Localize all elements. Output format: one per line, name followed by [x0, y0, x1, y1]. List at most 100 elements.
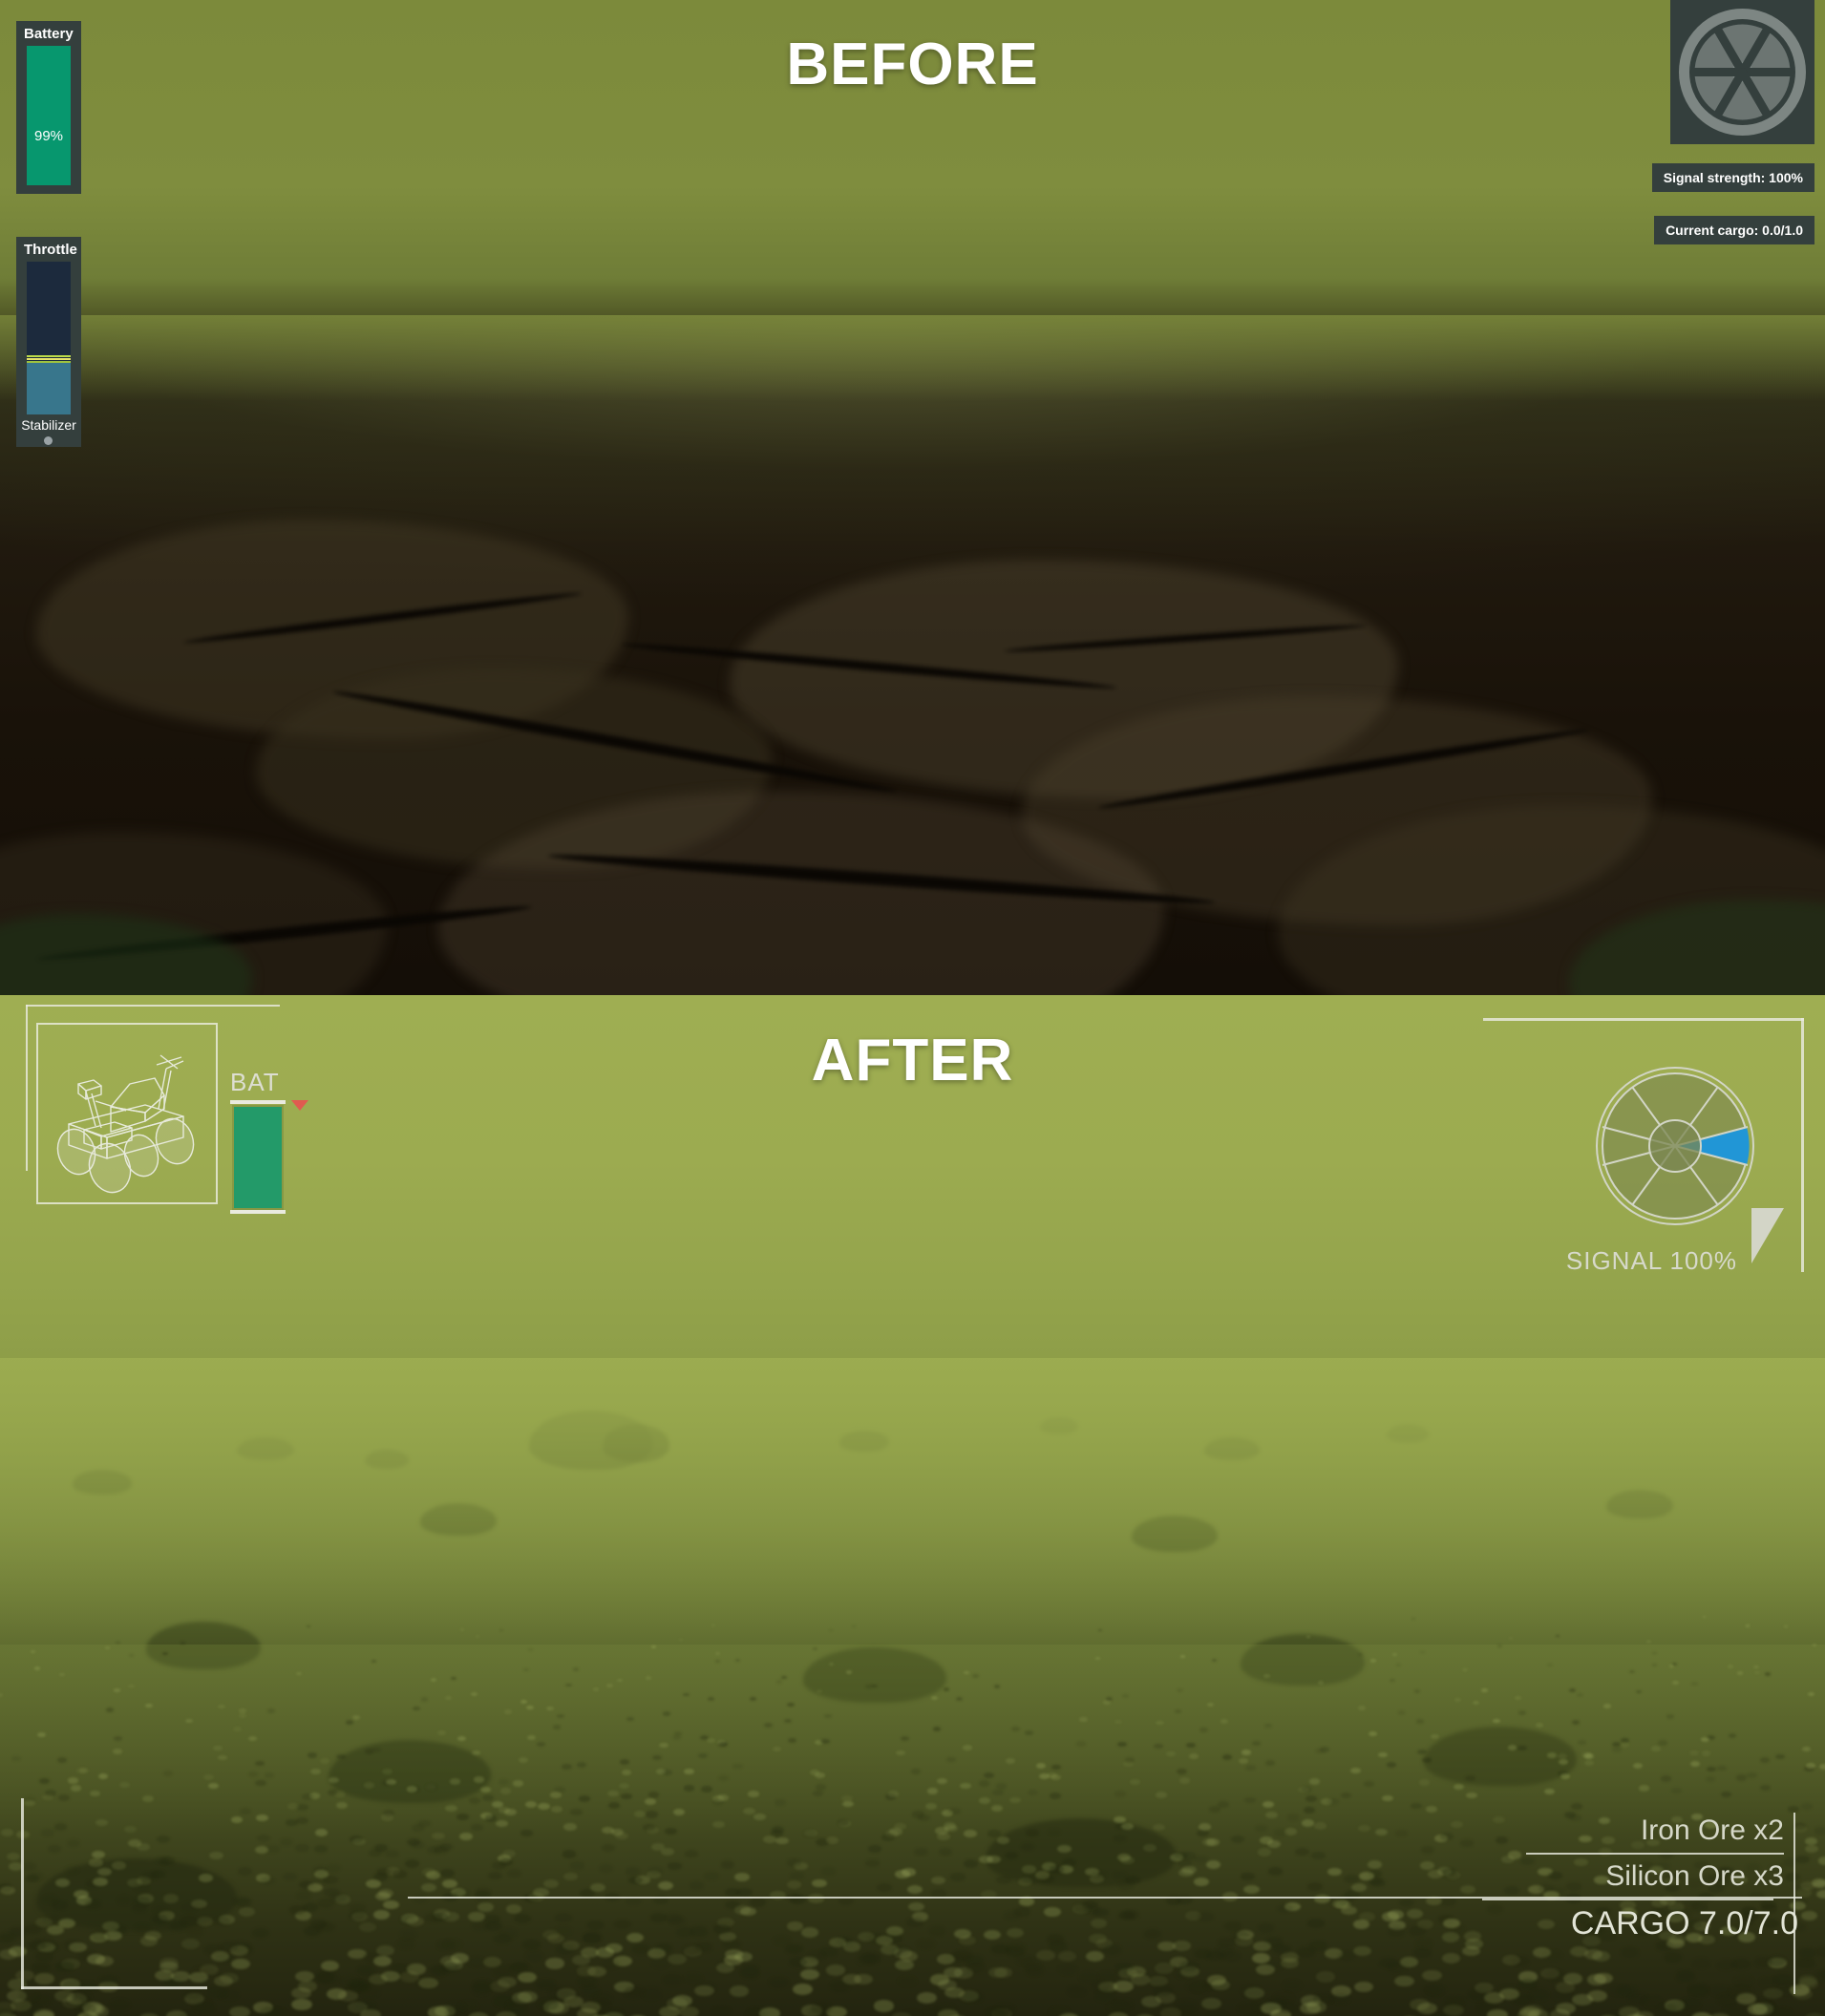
terrain-pebble — [1514, 1696, 1522, 1701]
terrain-pebble — [650, 1913, 668, 1922]
terrain-pebble — [400, 1929, 418, 1940]
throttle-track[interactable] — [27, 262, 71, 414]
terrain-pebble — [430, 1678, 436, 1683]
terrain-pebble — [1177, 1688, 1184, 1692]
terrain-pebble — [1464, 1774, 1475, 1781]
terrain-pebble — [1262, 1801, 1275, 1808]
terrain-pebble — [308, 1752, 318, 1758]
terrain-pebble — [95, 1955, 115, 1966]
terrain-pebble — [1221, 1950, 1241, 1962]
terrain-pebble — [1049, 2005, 1071, 2016]
terrain-pebble — [1716, 1959, 1736, 1970]
terrain-pebble — [0, 1692, 3, 1697]
terrain-pebble — [385, 1850, 399, 1858]
terrain-pebble — [580, 2001, 602, 2014]
terrain-pebble — [421, 1868, 436, 1877]
terrain-pebble — [439, 1869, 455, 1878]
terrain-pebble — [35, 1917, 53, 1927]
terrain-pebble — [320, 1960, 340, 1971]
terrain-pebble — [1441, 1867, 1456, 1877]
terrain-pebble — [621, 1793, 633, 1800]
terrain-pebble — [251, 1927, 269, 1938]
terrain-pebble — [0, 1933, 14, 1944]
terrain-pebble — [607, 1802, 621, 1810]
terrain-pebble — [1179, 1777, 1191, 1784]
terrain-pebble — [936, 1778, 947, 1785]
terrain-pebble — [41, 1829, 54, 1837]
terrain-pebble — [1375, 1828, 1389, 1836]
terrain-pebble — [1621, 1947, 1640, 1958]
terrain-pebble — [239, 1808, 252, 1815]
terrain-pebble — [550, 1806, 562, 1814]
terrain-pebble — [1027, 1789, 1039, 1796]
terrain-pebble — [239, 1906, 256, 1917]
terrain-pebble — [1535, 1722, 1544, 1728]
terrain-pebble — [1651, 1651, 1657, 1655]
terrain-pebble — [499, 1857, 514, 1867]
terrain-pebble — [983, 1929, 1001, 1941]
terrain-pebble — [914, 1847, 928, 1857]
terrain-pebble — [953, 1949, 972, 1961]
terrain-pebble — [646, 1811, 658, 1818]
terrain-pebble — [592, 1687, 600, 1691]
terrain-pebble — [650, 1645, 656, 1648]
terrain-pebble — [616, 1678, 624, 1683]
terrain-pebble — [601, 1959, 620, 1970]
terrain-pebble — [763, 1836, 776, 1844]
terrain-pebble — [864, 1858, 880, 1868]
terrain-pebble — [1804, 1836, 1818, 1845]
terrain-pebble — [1772, 1974, 1793, 1985]
terrain-pebble — [346, 1720, 354, 1725]
terrain-pebble — [538, 1803, 550, 1810]
terrain-pebble — [960, 1782, 971, 1790]
terrain-pebble — [301, 1793, 313, 1800]
terrain-pebble — [1425, 1984, 1446, 1996]
terrain-pebble — [1350, 1768, 1361, 1774]
terrain-pebble — [928, 1926, 946, 1937]
terrain-pebble — [1815, 1946, 1825, 1958]
rover-schematic-icon — [56, 1054, 195, 1194]
terrain-pebble — [468, 1911, 485, 1921]
terrain-pebble — [89, 1858, 104, 1867]
terrain-pebble — [34, 1666, 41, 1670]
terrain-pebble — [524, 1800, 537, 1808]
terrain-pebble — [1793, 1988, 1814, 2001]
terrain-pebble — [1188, 1753, 1199, 1759]
terrain-pebble — [678, 1638, 684, 1642]
terrain-pebble — [469, 1797, 481, 1804]
terrain-pebble — [66, 1838, 80, 1847]
terrain-pebble — [668, 1954, 687, 1965]
terrain-pebble — [1716, 1765, 1728, 1772]
terrain-pebble — [1395, 1663, 1402, 1666]
terrain-pebble — [230, 1815, 244, 1823]
terrain-pebble — [1584, 1760, 1595, 1766]
terrain-pebble — [186, 1925, 204, 1937]
throttle-panel[interactable]: Throttle Stabilizer — [16, 237, 81, 447]
after-battery-cap-bottom — [230, 1210, 286, 1214]
terrain-pebble — [247, 1736, 257, 1742]
terrain-pebble — [1507, 1745, 1517, 1751]
terrain-pebble — [310, 1768, 321, 1774]
terrain-pebble — [1441, 1952, 1461, 1963]
terrain-pebble — [993, 1685, 1001, 1688]
terrain-pebble — [536, 1979, 556, 1991]
terrain-pebble — [1152, 1823, 1165, 1832]
terrain-pebble — [886, 1925, 904, 1937]
terrain-pebble — [557, 1989, 577, 2001]
terrain-pebble — [420, 1883, 436, 1893]
terrain-pebble — [1397, 1710, 1406, 1715]
terrain-pebble — [1211, 1658, 1218, 1662]
terrain-pebble — [1082, 1899, 1099, 1909]
terrain-pebble — [1265, 1812, 1278, 1819]
terrain-pebble — [1179, 1960, 1199, 1971]
terrain-pebble — [584, 1932, 602, 1942]
terrain-pebble — [159, 1962, 179, 1973]
terrain-pebble — [1024, 1730, 1033, 1736]
terrain-pebble — [112, 1749, 122, 1754]
terrain-pebble — [528, 1648, 534, 1652]
stabilizer-toggle-dot-icon[interactable] — [44, 436, 53, 445]
terrain-pebble — [1049, 1865, 1064, 1875]
terrain-pebble — [1502, 1954, 1521, 1965]
terrain-pebble — [1658, 1740, 1667, 1746]
terrain-pebble — [142, 1795, 155, 1803]
